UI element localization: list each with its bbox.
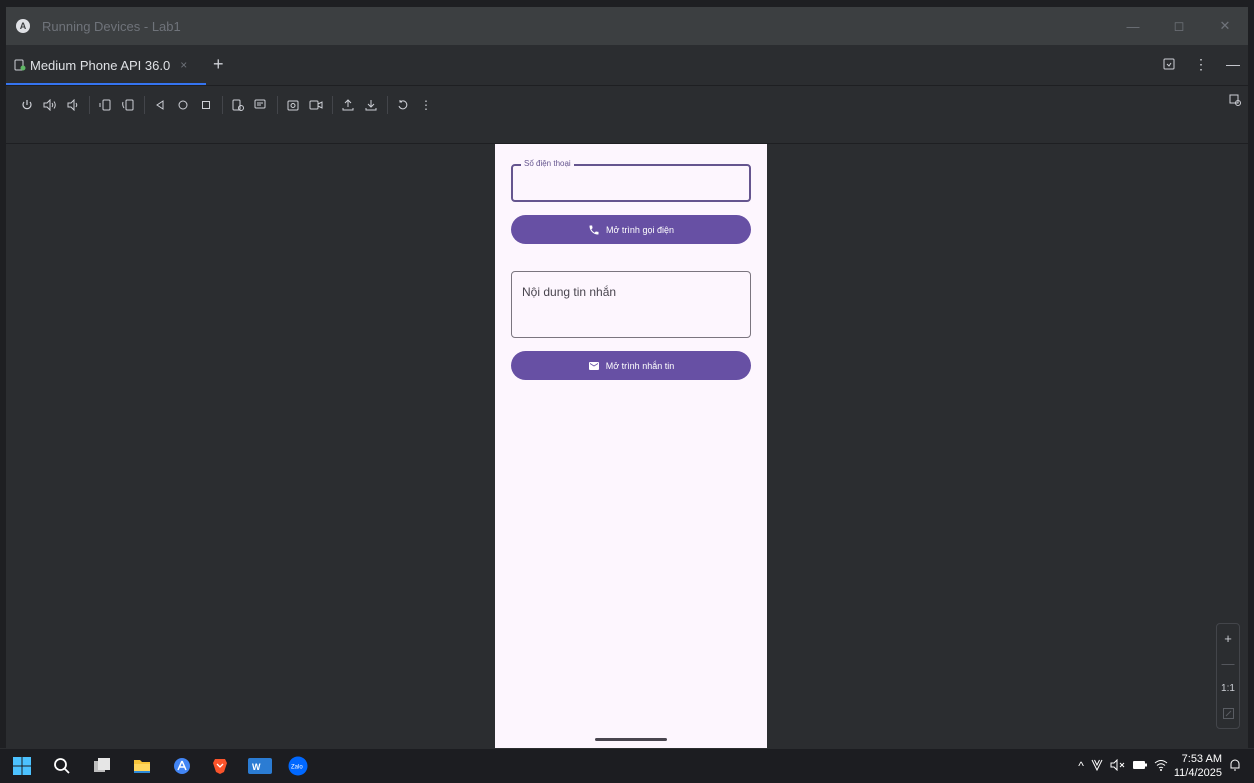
inspect-icon[interactable] (1229, 94, 1242, 110)
window-title: Running Devices - Lab1 (42, 18, 181, 34)
gesture-nav-handle[interactable] (595, 738, 667, 741)
message-placeholder: Nội dung tin nhắn (522, 285, 617, 299)
zoom-controls: + — 1:1 (1216, 623, 1240, 729)
zalo-label: Zalo (291, 765, 303, 771)
snapshot-icon[interactable] (250, 94, 272, 116)
power-icon[interactable] (16, 94, 38, 116)
screenshot-icon[interactable] (282, 94, 304, 116)
toolbar-separator (387, 96, 388, 114)
android-studio-window: A Running Devices - Lab1 — ◻ ✕ Medium Ph… (6, 7, 1248, 748)
emulator-toolbar: ⋮ (6, 86, 1248, 124)
clock-date: 11/4/2025 (1173, 767, 1222, 779)
file-explorer-icon[interactable] (132, 756, 152, 776)
add-device-tab-button[interactable]: + (213, 54, 224, 75)
home-icon[interactable] (172, 94, 194, 116)
rotate-right-icon[interactable] (117, 94, 139, 116)
volume-down-icon[interactable] (62, 94, 84, 116)
device-screen[interactable]: Số điện thoại Mở trình gọi điện Nội dung… (495, 144, 767, 748)
phone-number-field[interactable]: Số điện thoại (511, 159, 751, 202)
word-label: W (252, 762, 261, 772)
active-tab-indicator (6, 83, 206, 85)
vpn-icon[interactable] (1090, 758, 1104, 775)
zoom-in-button[interactable]: + (1224, 628, 1232, 648)
screen-record-icon[interactable] (305, 94, 327, 116)
zoom-out-button[interactable]: — (1222, 653, 1235, 673)
word-icon[interactable]: W (248, 756, 272, 776)
open-messaging-button[interactable]: Mở trình nhắn tin (511, 351, 751, 380)
rotate-left-icon[interactable] (94, 94, 116, 116)
android-studio-icon[interactable] (172, 756, 192, 776)
overview-icon[interactable] (195, 94, 217, 116)
windows-start-icon[interactable] (12, 756, 32, 776)
volume-muted-icon[interactable] (1110, 758, 1126, 774)
volume-up-icon[interactable] (39, 94, 61, 116)
clock-time: 7:53 AM (1181, 753, 1222, 765)
toolbar-separator (89, 96, 90, 114)
close-window-button[interactable]: ✕ (1202, 7, 1248, 45)
hide-icon[interactable]: — (1224, 55, 1242, 73)
toolbar-separator (277, 96, 278, 114)
tab-medium-phone[interactable]: Medium Phone API 36.0 × (6, 45, 206, 85)
mail-icon (588, 361, 599, 370)
more-icon[interactable]: ⋮ (415, 94, 437, 116)
android-studio-logo-icon: A (16, 19, 30, 33)
task-view-icon[interactable] (92, 756, 112, 776)
toolbar-separator (222, 96, 223, 114)
wifi-icon[interactable] (1154, 759, 1168, 774)
actual-size-button[interactable]: 1:1 (1221, 679, 1235, 699)
back-icon[interactable] (149, 94, 171, 116)
open-messaging-label: Mở trình nhắn tin (605, 360, 675, 371)
open-dialer-label: Mở trình gọi điện (606, 224, 674, 235)
battery-icon[interactable] (1132, 759, 1148, 774)
title-bar: A Running Devices - Lab1 — ◻ ✕ (6, 7, 1248, 45)
toolbar-separator (332, 96, 333, 114)
windows-taskbar: W Zalo ^ 7:53 AM 11/4/2025 (0, 748, 1254, 783)
window-controls: — ◻ ✕ (1110, 7, 1248, 45)
open-dialer-button[interactable]: Mở trình gọi điện (511, 215, 751, 244)
show-hidden-icons-icon[interactable]: ^ (1078, 759, 1084, 773)
tab-close-icon[interactable]: × (180, 58, 187, 72)
device-tab-bar: Medium Phone API 36.0 × + ⋮ — (6, 45, 1248, 86)
phone-icon (589, 225, 599, 234)
device-icon (14, 59, 26, 71)
toolbar-separator (144, 96, 145, 114)
minimize-button[interactable]: — (1110, 7, 1156, 45)
options-icon[interactable]: ⋮ (1192, 55, 1210, 73)
pull-file-icon[interactable] (360, 94, 382, 116)
search-icon[interactable] (52, 756, 72, 776)
zalo-icon[interactable]: Zalo (288, 756, 308, 776)
device-manager-icon[interactable] (1160, 55, 1178, 73)
phone-number-label: Số điện thoại (521, 159, 574, 168)
tab-bar-actions: ⋮ — (1160, 55, 1242, 73)
system-tray: ^ 7:53 AM 11/4/2025 (1078, 752, 1242, 780)
reset-icon[interactable] (392, 94, 414, 116)
notification-icon[interactable] (1228, 758, 1242, 775)
fit-screen-icon[interactable] (1222, 704, 1234, 724)
device-info-icon[interactable] (227, 94, 249, 116)
tab-label: Medium Phone API 36.0 (30, 57, 171, 73)
clock[interactable]: 7:53 AM 11/4/2025 (1174, 752, 1222, 780)
message-content-field[interactable]: Nội dung tin nhắn (511, 271, 751, 338)
push-file-icon[interactable] (337, 94, 359, 116)
restore-button[interactable]: ◻ (1156, 7, 1202, 45)
brave-browser-icon[interactable] (210, 756, 230, 776)
